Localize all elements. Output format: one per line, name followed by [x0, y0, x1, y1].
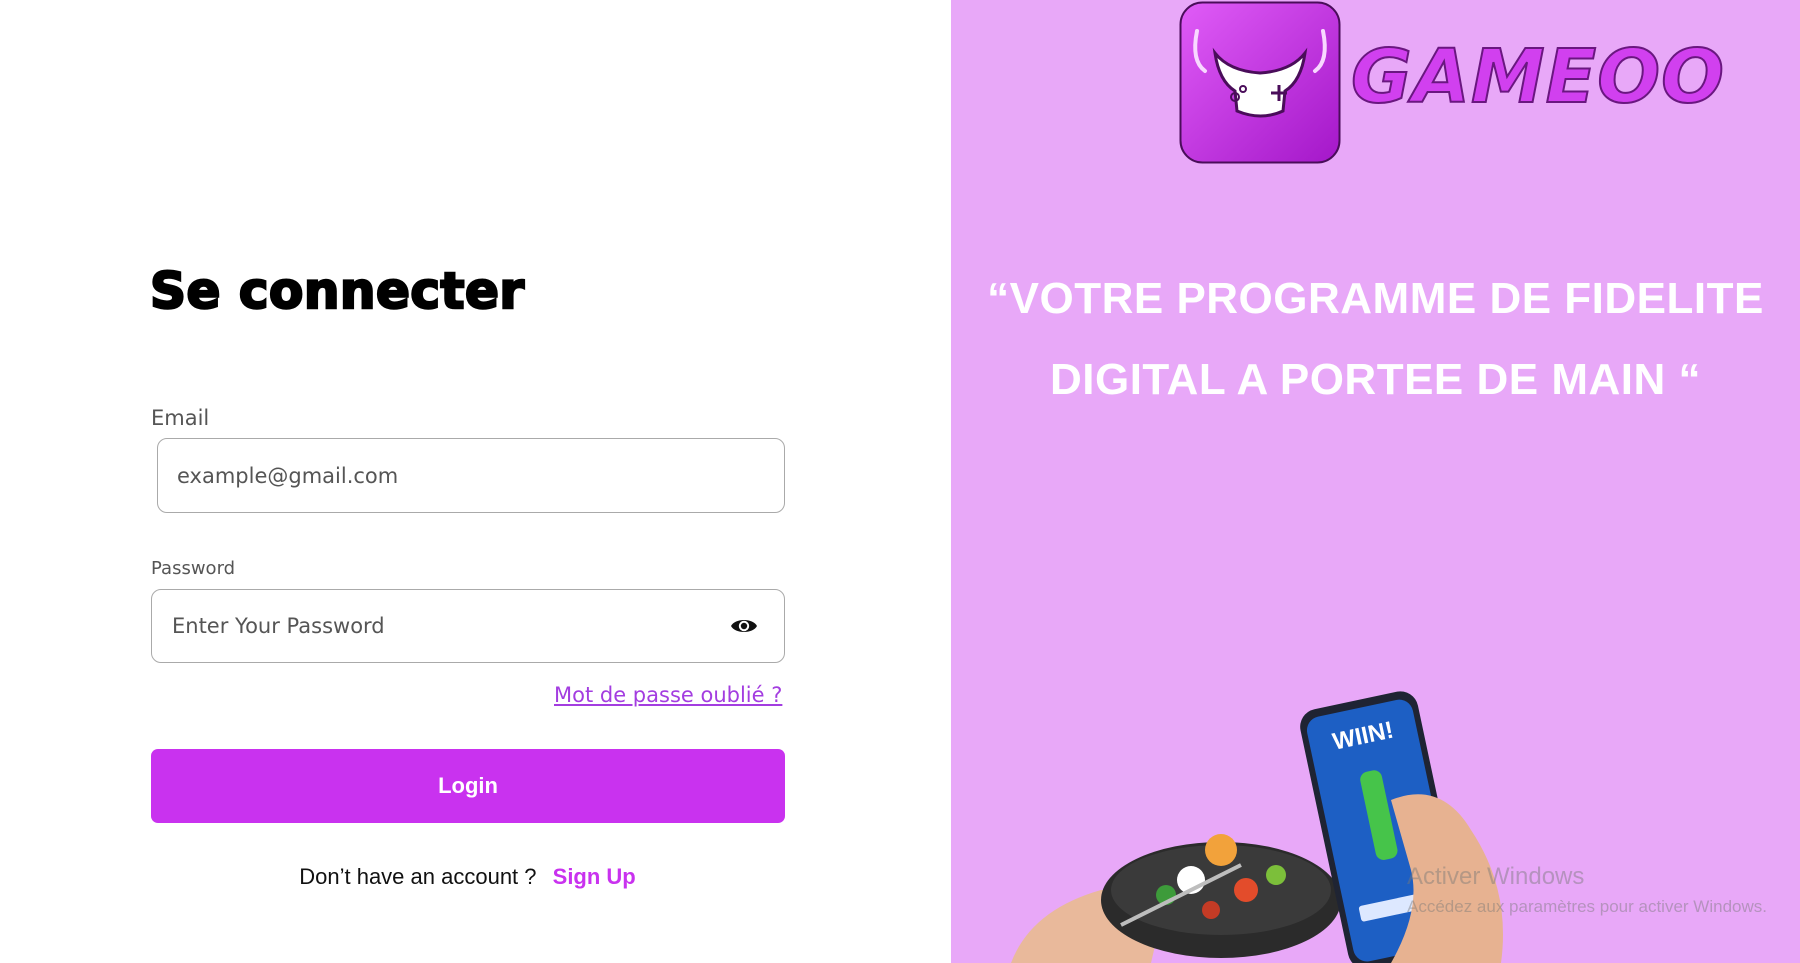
signup-row: Don’t have an account ? Sign Up — [0, 864, 935, 890]
windows-activation-watermark: Activer Windows Accédez aux paramètres p… — [1407, 863, 1767, 917]
phone-and-food-illustration: WIIN! — [1011, 691, 1503, 963]
signup-prompt: Don’t have an account ? — [299, 864, 537, 889]
quote-line-2: DIGITAL A PORTEE DE MAIN “ — [1049, 355, 1702, 404]
email-field[interactable]: example@gmail.com — [157, 438, 785, 513]
watermark-subtitle: Accédez aux paramètres pour activer Wind… — [1407, 897, 1767, 916]
promo-panel: GAMEOO “VOTRE PROGRAMME DE FIDELITE DIGI… — [951, 0, 1800, 963]
signup-link[interactable]: Sign Up — [553, 864, 636, 889]
login-button[interactable]: Login — [151, 749, 785, 823]
email-placeholder: example@gmail.com — [177, 463, 399, 488]
password-placeholder: Enter Your Password — [172, 614, 385, 638]
eye-icon[interactable] — [730, 616, 758, 636]
gamepad-logo-icon — [1179, 1, 1341, 164]
password-field[interactable]: Enter Your Password — [151, 589, 785, 663]
email-label: Email — [151, 406, 210, 430]
password-label: Password — [151, 558, 236, 579]
forgot-password-link[interactable]: Mot de passe oublié ? — [554, 683, 782, 707]
login-panel: Se connecter Email example@gmail.com Pas… — [0, 0, 951, 963]
promo-quote: “VOTRE PROGRAMME DE FIDELITE DIGITAL A P… — [951, 258, 1800, 420]
watermark-title: Activer Windows — [1407, 863, 1585, 890]
page-title: Se connecter — [149, 261, 526, 322]
quote-line-1: “VOTRE PROGRAMME DE FIDELITE — [987, 274, 1764, 323]
brand-wordmark: GAMEOO — [1350, 33, 1726, 121]
